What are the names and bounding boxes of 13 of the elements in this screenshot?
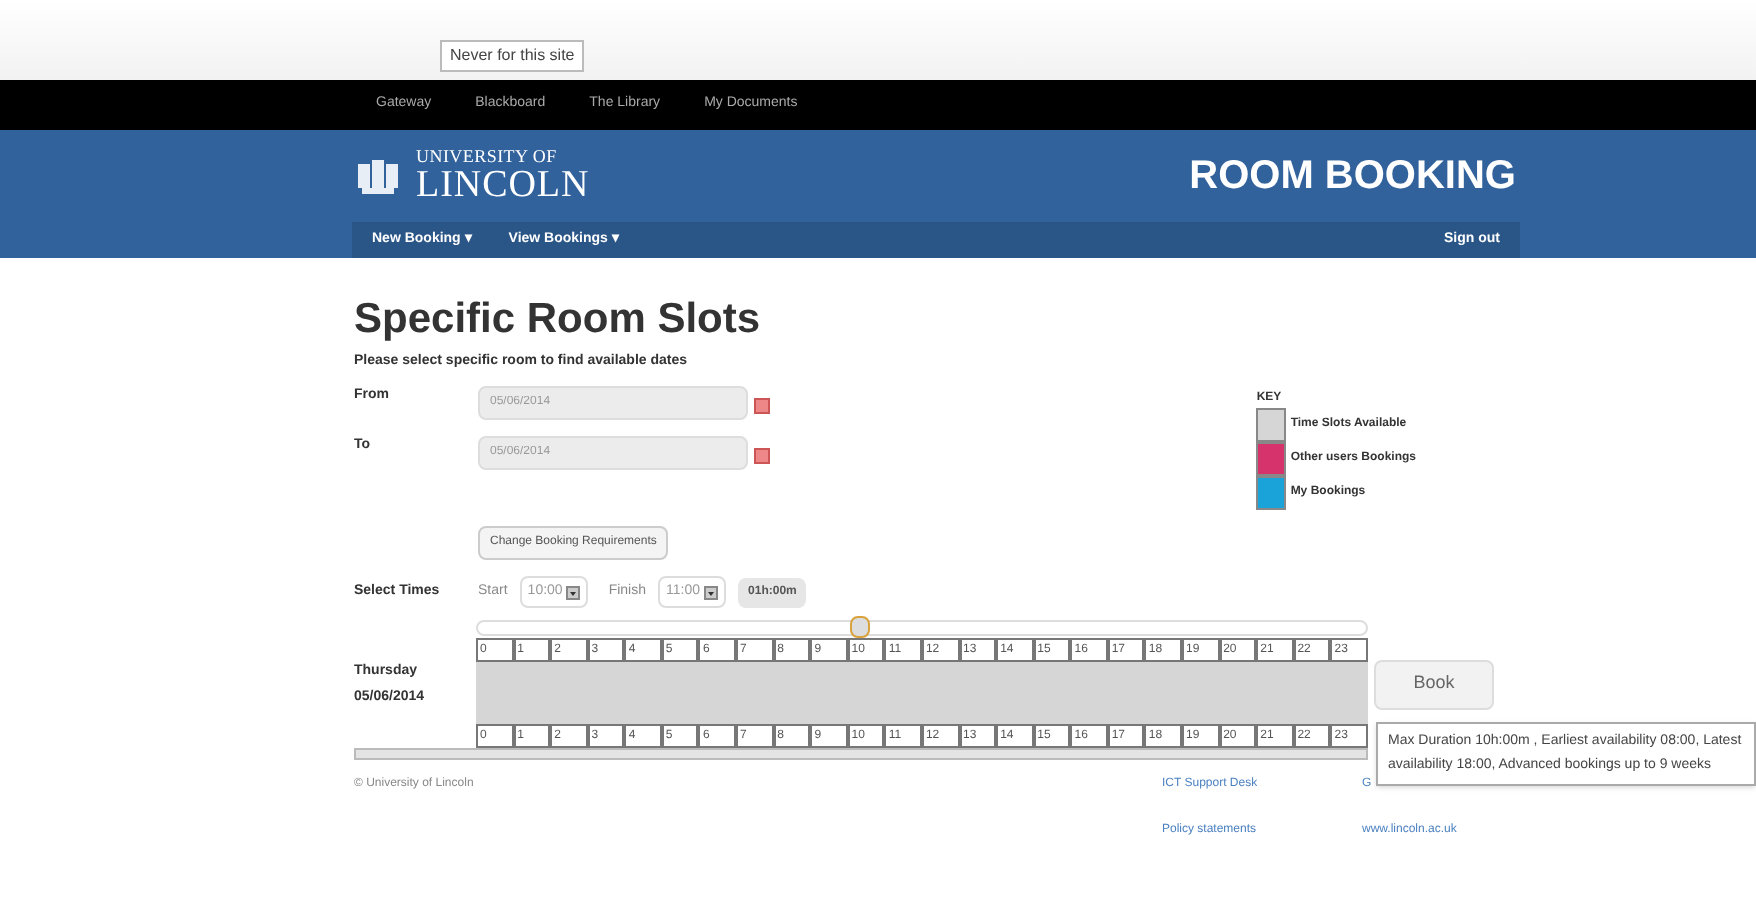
slider-handle[interactable] bbox=[850, 616, 871, 639]
calendar-icon[interactable] bbox=[754, 447, 770, 464]
never-button[interactable]: Never for this site bbox=[440, 40, 585, 72]
dropdown-icon bbox=[704, 585, 719, 599]
heading: Specific Room Slots bbox=[354, 294, 763, 346]
calendar-icon[interactable] bbox=[754, 397, 770, 414]
book-button[interactable]: Book bbox=[1374, 659, 1494, 709]
scrollbar[interactable] bbox=[354, 748, 1368, 761]
crest-icon bbox=[356, 156, 400, 196]
logo-text: UNIVERSITY OF bbox=[416, 148, 559, 166]
logo-text: LINCOLN bbox=[416, 166, 590, 204]
dropdown-icon bbox=[566, 585, 581, 599]
page-title: ROOM BOOKING bbox=[1189, 152, 1516, 202]
